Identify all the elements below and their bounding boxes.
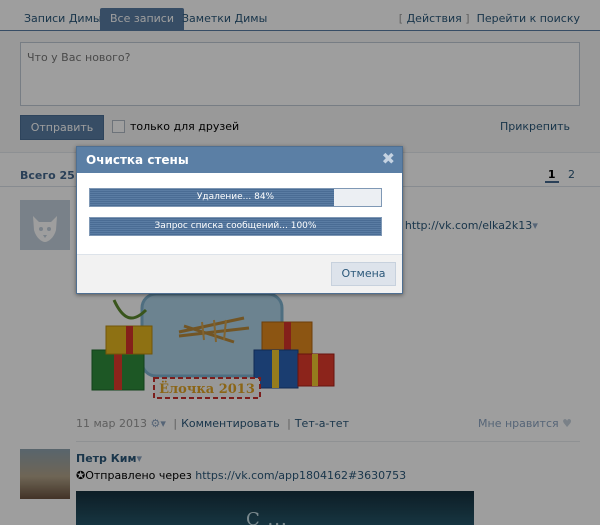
dialog-footer: Отмена xyxy=(77,254,402,293)
fetch-progress-text: Запрос списка сообщений... 100% xyxy=(154,221,317,231)
delete-progress-bar: Удаление... 84% xyxy=(89,188,382,207)
dialog-title: Очистка стены xyxy=(86,153,189,167)
delete-progress-text: Удаление... 84% xyxy=(196,192,275,202)
fetch-progress-bar: Запрос списка сообщений... 100% xyxy=(89,217,382,236)
cancel-button[interactable]: Отмена xyxy=(331,262,396,286)
dialog-header: Очистка стены ✖ xyxy=(77,147,402,173)
clear-wall-dialog: Очистка стены ✖ Удаление... 84% Запрос с… xyxy=(76,146,403,294)
close-icon[interactable]: ✖ xyxy=(382,150,395,168)
